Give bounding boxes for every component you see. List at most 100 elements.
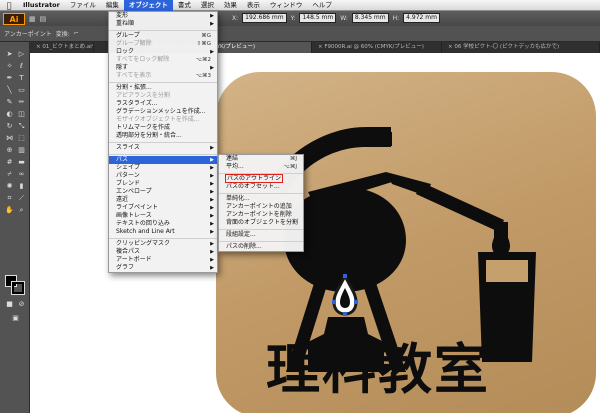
artboard-tool-icon[interactable]: ⌗: [4, 194, 15, 203]
object-menu-item-label: アピアランスを分割: [116, 92, 170, 99]
illustrator-logo: Ai: [3, 12, 25, 25]
submenu-arrow-icon: ▶: [210, 213, 214, 219]
pencil-tool-icon[interactable]: ✏: [16, 98, 27, 107]
path-menu-item[interactable]: 連結 ⌘J: [219, 155, 303, 163]
object-menu-item[interactable]: 透明部分を分割・統合...: [109, 132, 217, 140]
object-menu-item[interactable]: テキストの回り込み ▶: [109, 220, 217, 228]
menu-edit[interactable]: 編集: [101, 0, 124, 11]
object-menu-item[interactable]: 変形 ▶: [109, 12, 217, 20]
object-menu-item[interactable]: グラフ ▶: [109, 264, 217, 272]
object-menu-item[interactable]: エンベロープ ▶: [109, 188, 217, 196]
object-menu-item[interactable]: クリッピングマスク ▶: [109, 240, 217, 248]
rectangle-tool-icon[interactable]: ▭: [16, 86, 27, 95]
w-field[interactable]: 8.345 mm: [351, 13, 389, 23]
menu-help[interactable]: ヘルプ: [307, 0, 337, 11]
stroke-swatch[interactable]: [11, 281, 25, 295]
object-menu-item[interactable]: ブレンド ▶: [109, 180, 217, 188]
object-menu-item-label: すべてをロック解除: [116, 56, 170, 63]
object-menu-item[interactable]: トリムマークを作成: [109, 124, 217, 132]
menu-effect[interactable]: 効果: [219, 0, 242, 11]
scale-tool-icon[interactable]: ⤡: [16, 122, 27, 131]
mesh-tool-icon[interactable]: #: [4, 158, 15, 167]
slice-tool-icon[interactable]: ⟋: [16, 194, 27, 203]
free-transform-tool-icon[interactable]: ⬚: [16, 134, 27, 143]
line-tool-icon[interactable]: ╲: [4, 86, 15, 95]
doc-tab-1[interactable]: × 01_ビクトまとめ.ai* @ 31.67% (C: [30, 42, 94, 53]
path-menu-item-label: パスの削除...: [226, 243, 262, 250]
eyedropper-tool-icon[interactable]: ⌿: [4, 170, 15, 179]
type-tool-icon[interactable]: T: [16, 74, 27, 83]
direct-selection-tool-icon[interactable]: ▷: [16, 50, 27, 59]
path-menu-item[interactable]: アンカーポイントを削除: [219, 211, 303, 219]
arrange-documents-icon[interactable]: ▤: [40, 15, 47, 23]
object-menu-item[interactable]: 画像トレース ▶: [109, 212, 217, 220]
h-label: H:: [392, 14, 400, 22]
path-menu-item[interactable]: 平均... ⌥⌘J: [219, 163, 303, 171]
object-menu-item[interactable]: 重ね順 ▶: [109, 20, 217, 28]
object-menu-item[interactable]: アートボード ▶: [109, 256, 217, 264]
object-menu-item[interactable]: すべてを表示 ⌥⌘3: [109, 72, 217, 80]
path-menu-item[interactable]: 単純化...: [219, 195, 303, 203]
object-menu-item[interactable]: グループ ⌘G: [109, 32, 217, 40]
path-menu-item[interactable]: パスの削除...: [219, 243, 303, 251]
column-graph-tool-icon[interactable]: ▮: [16, 182, 27, 191]
object-menu-item[interactable]: ライブペイント ▶: [109, 204, 217, 212]
bridge-icon[interactable]: ▦: [29, 15, 36, 23]
symbol-sprayer-tool-icon[interactable]: ✺: [4, 182, 15, 191]
object-menu-item[interactable]: Sketch and Line Art ▶: [109, 228, 217, 236]
rotate-tool-icon[interactable]: ↻: [4, 122, 15, 131]
lasso-tool-icon[interactable]: ℓ: [16, 62, 27, 71]
object-menu-item[interactable]: すべてをロック解除 ⌥⌘2: [109, 56, 217, 64]
gradient-tool-icon[interactable]: ▬: [16, 158, 27, 167]
object-menu-item[interactable]: アピアランスを分割: [109, 92, 217, 100]
y-field[interactable]: 148.5 mm: [299, 13, 337, 23]
menu-app-illustrator[interactable]: Illustrator: [18, 0, 65, 11]
menu-select[interactable]: 選択: [196, 0, 219, 11]
object-menu-item[interactable]: シェイプ ▶: [109, 164, 217, 172]
object-menu-item[interactable]: 複合パス ▶: [109, 248, 217, 256]
menu-window[interactable]: ウィンドウ: [265, 0, 308, 11]
path-menu-item[interactable]: パスのアウトライン: [219, 174, 303, 183]
object-menu-item[interactable]: パス ▶: [109, 156, 217, 164]
hand-tool-icon[interactable]: ✋: [4, 206, 15, 215]
pen-tool-icon[interactable]: ✒: [4, 74, 15, 83]
menu-object[interactable]: オブジェクト: [123, 0, 173, 11]
path-menu-item[interactable]: 段組設定...: [219, 231, 303, 239]
object-menu-item[interactable]: グラデーションメッシュを作成...: [109, 108, 217, 116]
object-menu-item[interactable]: スライス ▶: [109, 144, 217, 152]
object-menu-item[interactable]: ロック ▶: [109, 48, 217, 56]
perspective-grid-tool-icon[interactable]: ▥: [16, 146, 27, 155]
path-menu-item[interactable]: 背面のオブジェクトを分割: [219, 219, 303, 227]
object-menu-item-label: Sketch and Line Art: [116, 228, 175, 235]
none-mode-icon[interactable]: ⊘: [16, 300, 27, 309]
selection-tool-icon[interactable]: ➤: [4, 50, 15, 59]
magic-wand-tool-icon[interactable]: ✧: [4, 62, 15, 71]
convert-anchor-icon[interactable]: ⌐: [74, 30, 79, 37]
path-menu-item[interactable]: アンカーポイントの追加: [219, 203, 303, 211]
h-field[interactable]: 4.972 mm: [403, 13, 440, 23]
object-menu-item[interactable]: 隠す ▶: [109, 64, 217, 72]
color-mode-icon[interactable]: ■: [4, 300, 15, 309]
width-tool-icon[interactable]: ⋈: [4, 134, 15, 143]
paintbrush-tool-icon[interactable]: ✎: [4, 98, 15, 107]
object-menu-item[interactable]: グループ解除 ⇧⌘G: [109, 40, 217, 48]
object-menu-item[interactable]: 分割・拡張...: [109, 84, 217, 92]
object-menu-item[interactable]: モザイクオブジェクトを作成...: [109, 116, 217, 124]
path-menu-item[interactable]: パスのオフセット...: [219, 183, 303, 191]
doc-tab-3[interactable]: × F9000R.ai @ 60% (CMYK/プレビュー): [312, 42, 442, 53]
object-menu-item[interactable]: パターン ▶: [109, 172, 217, 180]
eraser-tool-icon[interactable]: ◫: [16, 110, 27, 119]
menu-file[interactable]: ファイル: [65, 0, 101, 11]
blob-brush-tool-icon[interactable]: ◐: [4, 110, 15, 119]
x-field[interactable]: 192.686 mm: [242, 13, 287, 23]
shape-builder-tool-icon[interactable]: ⊕: [4, 146, 15, 155]
object-menu-item[interactable]: 遠近 ▶: [109, 196, 217, 204]
zoom-tool-icon[interactable]: ⌕: [16, 206, 27, 215]
doc-tab-4[interactable]: × 06 学校ピクト-〇 (ピクトデッカも広かで): [442, 42, 600, 53]
apple-icon[interactable]: : [0, 1, 18, 10]
screen-mode-icon[interactable]: ▣: [10, 314, 21, 323]
blend-tool-icon[interactable]: ∞: [16, 170, 27, 179]
object-menu-item[interactable]: ラスタライズ...: [109, 100, 217, 108]
menu-view[interactable]: 表示: [242, 0, 265, 11]
menu-type[interactable]: 書式: [173, 0, 196, 11]
